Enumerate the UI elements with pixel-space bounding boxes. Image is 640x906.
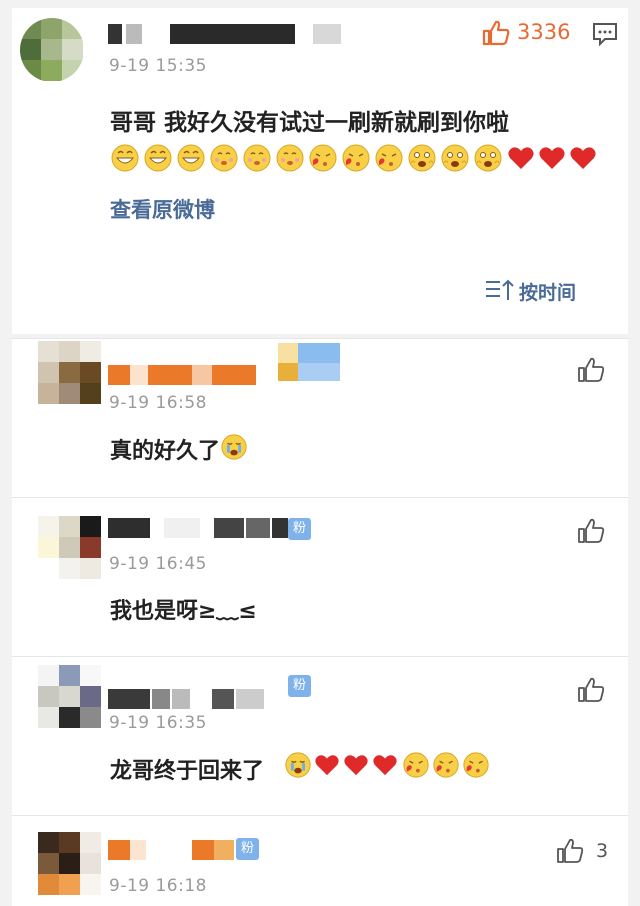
fan-badge: 粉 bbox=[236, 838, 260, 860]
post-text: 哥哥 我好久没有试过一刷新就刷到你啦 bbox=[110, 110, 510, 136]
comment-like-count: 3 bbox=[596, 840, 609, 862]
grin-emoji-icon bbox=[111, 144, 139, 172]
post-time: 9-19 15:35 bbox=[109, 56, 207, 76]
comment-time: 9-19 16:45 bbox=[109, 554, 207, 574]
kiss-emoji-icon bbox=[403, 752, 429, 778]
thumbs-up-icon[interactable] bbox=[556, 838, 584, 868]
blush-emoji-icon bbox=[243, 144, 271, 172]
comment-text: 我也是呀≥﹏≤ bbox=[110, 599, 257, 624]
avatar[interactable] bbox=[38, 516, 102, 580]
comment-card: 9-19 16:58 真的好久了 bbox=[12, 338, 628, 497]
comment-card: 粉 9-19 16:18 3 bbox=[12, 815, 628, 906]
post-card: 9-19 15:35 3336 哥哥 我好久没有试过一刷新就刷到你啦 查看原微博… bbox=[12, 8, 628, 334]
thumbs-up-icon[interactable] bbox=[482, 20, 510, 50]
blush-emoji-icon bbox=[210, 144, 238, 172]
post-emoji-row bbox=[110, 143, 600, 173]
comment-time: 9-19 16:35 bbox=[109, 713, 207, 733]
comment-emoji-row bbox=[284, 751, 504, 781]
comment-card: 粉 9-19 16:45 我也是呀≥﹏≤ bbox=[12, 497, 628, 656]
grin-emoji-icon bbox=[177, 144, 205, 172]
avatar[interactable] bbox=[20, 18, 84, 82]
view-original-link[interactable]: 查看原微博 bbox=[110, 194, 215, 224]
avatar[interactable] bbox=[38, 665, 102, 729]
sort-icon[interactable] bbox=[484, 278, 514, 306]
kiss-emoji-icon bbox=[375, 144, 403, 172]
heart-icon bbox=[315, 755, 339, 776]
comment-text: 龙哥终于回来了 bbox=[110, 759, 265, 784]
fan-badge: 粉 bbox=[288, 675, 312, 697]
comment-time: 9-19 16:58 bbox=[109, 393, 207, 413]
heart-icon bbox=[570, 147, 596, 169]
heart-icon bbox=[344, 755, 368, 776]
thumbs-up-icon[interactable] bbox=[577, 357, 605, 387]
kiss-emoji-icon bbox=[463, 752, 489, 778]
thumbs-up-icon[interactable] bbox=[577, 518, 605, 548]
blush-emoji-icon bbox=[276, 144, 304, 172]
kiss-emoji-icon bbox=[309, 144, 337, 172]
avatar[interactable] bbox=[38, 341, 102, 405]
thumbs-up-icon[interactable] bbox=[577, 677, 605, 707]
username-redacted[interactable] bbox=[108, 689, 348, 709]
cry-happy-emoji-icon bbox=[441, 144, 469, 172]
avatar[interactable] bbox=[38, 832, 102, 896]
vip-badge-redacted bbox=[278, 343, 340, 381]
grin-emoji-icon bbox=[144, 144, 172, 172]
heart-icon bbox=[508, 147, 534, 169]
comment-icon[interactable] bbox=[592, 22, 618, 50]
comment-text: 真的好久了 bbox=[110, 439, 221, 464]
comment-time: 9-19 16:18 bbox=[109, 876, 207, 896]
cry-emoji-icon bbox=[285, 752, 311, 778]
heart-icon bbox=[539, 147, 565, 169]
cry-happy-emoji-icon bbox=[474, 144, 502, 172]
cry-happy-emoji-icon bbox=[408, 144, 436, 172]
kiss-emoji-icon bbox=[433, 752, 459, 778]
username-redacted[interactable] bbox=[108, 518, 348, 538]
username-redacted[interactable] bbox=[108, 840, 348, 860]
kiss-emoji-icon bbox=[342, 144, 370, 172]
comment-card: 粉 9-19 16:35 龙哥终于回来了 bbox=[12, 656, 628, 815]
fan-badge: 粉 bbox=[288, 518, 312, 540]
cry-emoji-icon bbox=[221, 434, 247, 460]
heart-icon bbox=[373, 755, 397, 776]
sort-by-time-button[interactable]: 按时间 bbox=[519, 278, 576, 305]
post-like-count: 3336 bbox=[517, 20, 571, 44]
username-redacted[interactable] bbox=[108, 24, 348, 44]
